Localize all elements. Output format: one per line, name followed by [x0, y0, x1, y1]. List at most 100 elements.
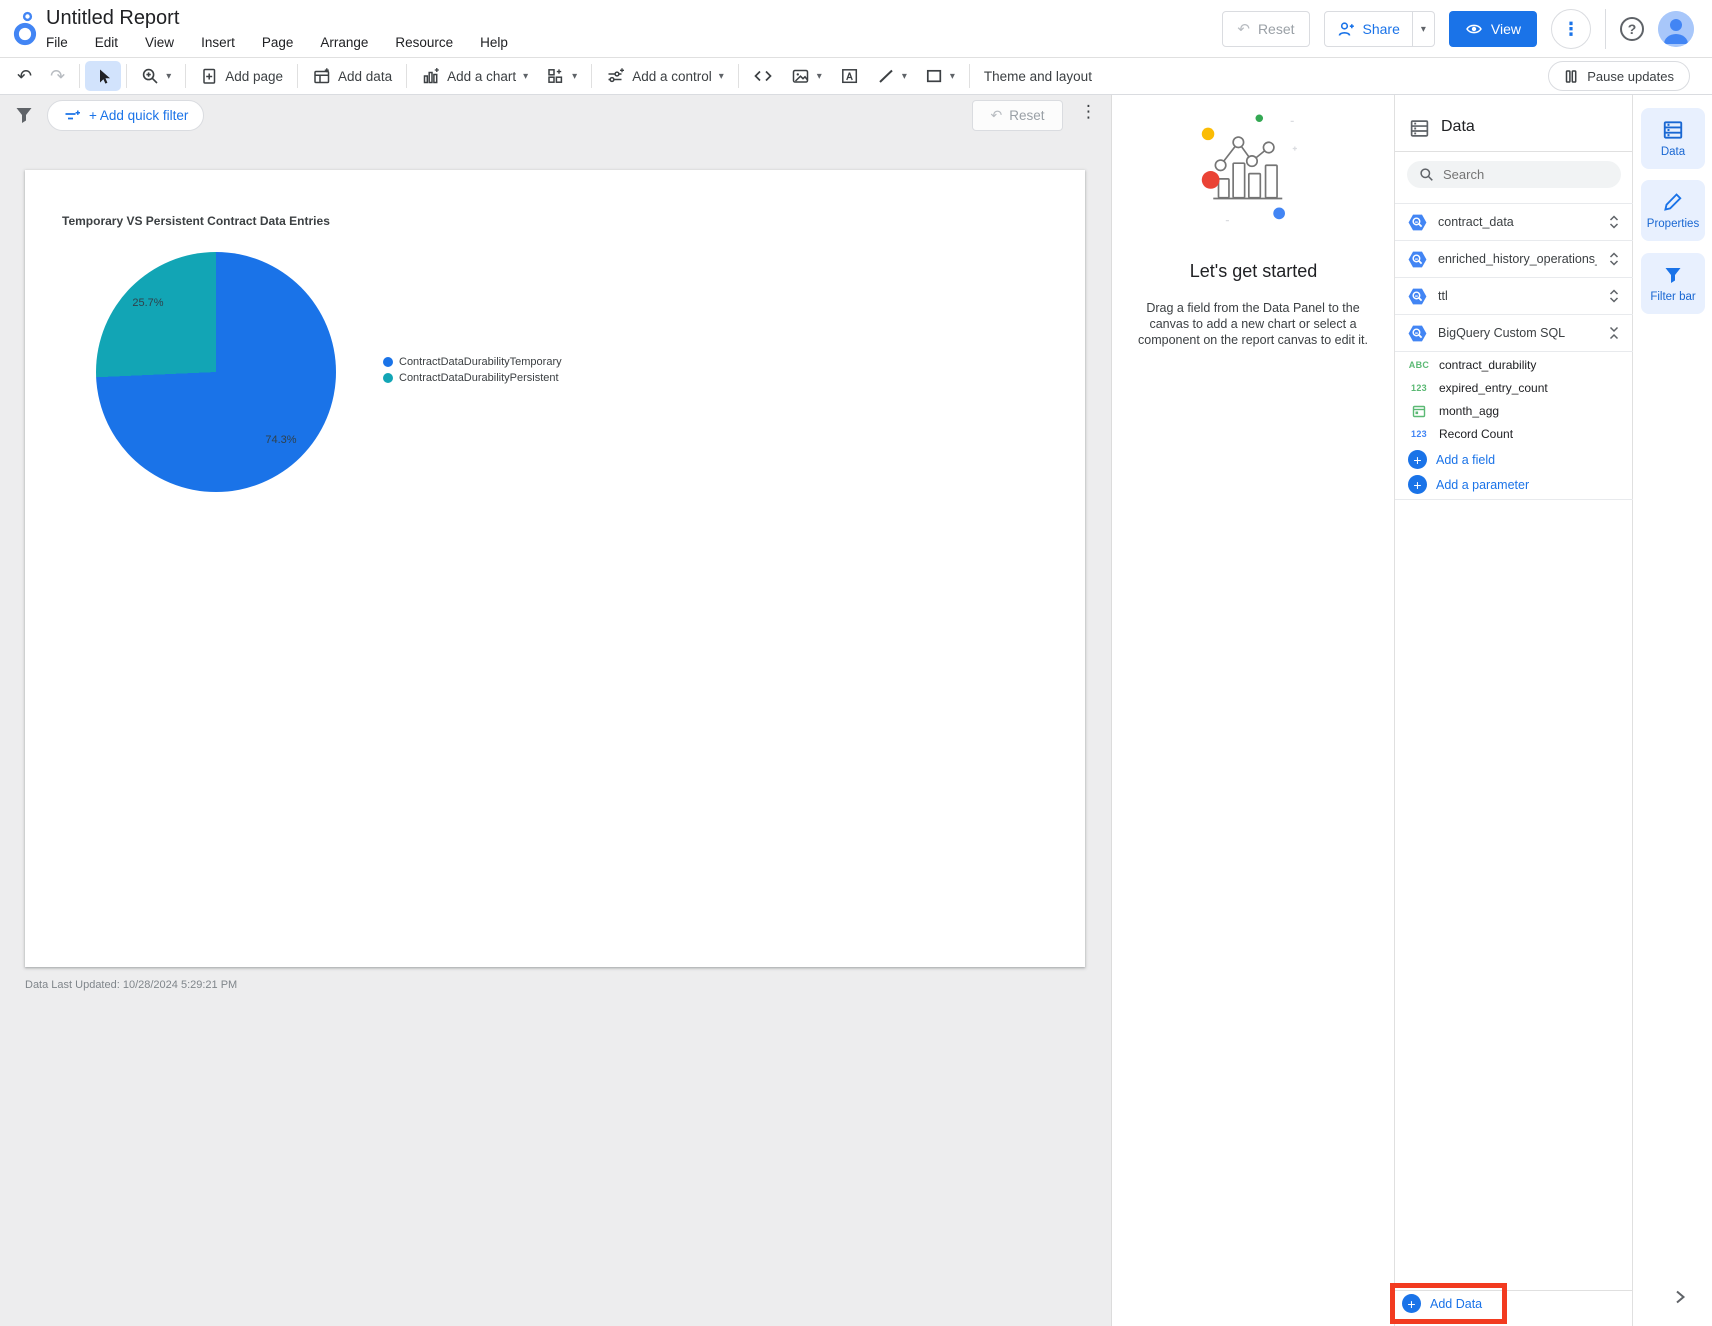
filter-reset-button[interactable]: ↶ Reset: [972, 100, 1063, 131]
field-row[interactable]: ABC contract_durability: [1395, 353, 1633, 376]
legend-swatch: [383, 373, 393, 383]
chevron-down-icon: ▾: [718, 70, 724, 82]
unfold-more-icon[interactable]: [1607, 288, 1621, 304]
data-search[interactable]: [1407, 161, 1621, 188]
field-row[interactable]: month_agg: [1395, 399, 1633, 422]
magnifier-icon: [141, 67, 159, 85]
get-started-title: Let's get started: [1189, 261, 1318, 281]
theme-and-layout-button[interactable]: Theme and layout: [975, 61, 1101, 91]
chart-title: Temporary VS Persistent Contract Data En…: [62, 214, 330, 228]
add-a-parameter-button[interactable]: + Add a parameter: [1395, 472, 1633, 497]
looker-studio-logo-icon: [13, 9, 41, 49]
unfold-more-icon[interactable]: [1607, 251, 1621, 267]
data-panel-title: Data: [1441, 118, 1475, 135]
community-visualizations-button[interactable]: ▾: [537, 61, 586, 91]
add-quick-filter-button[interactable]: + Add quick filter: [47, 100, 205, 131]
share-button[interactable]: Share: [1325, 12, 1412, 46]
tab-filter-bar[interactable]: Filter bar: [1641, 253, 1705, 314]
person-add-icon: [1337, 20, 1355, 38]
legend-label: ContractDataDurabilityPersistent: [399, 372, 559, 384]
search-icon: [1419, 167, 1434, 182]
undo-icon: ↶: [17, 65, 33, 87]
menu-help[interactable]: Help: [480, 35, 508, 50]
menu-edit[interactable]: Edit: [95, 35, 118, 50]
data-source-row[interactable]: enriched_history_operations_sorob...: [1395, 240, 1633, 277]
question-icon: ?: [1627, 21, 1637, 37]
bigquery-icon: [1407, 286, 1428, 307]
report-title[interactable]: Untitled Report: [46, 7, 179, 30]
add-chart-button[interactable]: Add a chart ▾: [412, 61, 537, 91]
pencil-icon: [1662, 191, 1684, 213]
search-input[interactable]: [1407, 161, 1621, 188]
chevron-down-icon: ▾: [523, 70, 529, 82]
data-source-row[interactable]: ttl: [1395, 277, 1633, 314]
pause-updates-button[interactable]: Pause updates: [1548, 61, 1690, 91]
chevron-down-icon: ▾: [166, 70, 172, 82]
share-dropdown-button[interactable]: ▾: [1411, 12, 1434, 46]
add-chart-icon: [421, 67, 440, 85]
funnel-icon: [1662, 264, 1684, 286]
quick-filter-icon: [63, 109, 81, 123]
header-divider: [1605, 9, 1606, 49]
chevron-down-icon: ▾: [572, 70, 578, 82]
get-started-description: Drag a field from the Data Panel to the …: [1138, 301, 1368, 347]
field-row[interactable]: 123 Record Count: [1395, 422, 1633, 445]
filter-more-options-button[interactable]: ⋮: [1080, 102, 1097, 122]
undo-button[interactable]: ↶: [8, 61, 41, 91]
line-button[interactable]: ▾: [868, 61, 916, 91]
add-data-button[interactable]: + Add Data: [1402, 1294, 1482, 1313]
url-embed-button[interactable]: [744, 61, 782, 91]
redo-button[interactable]: ↷: [41, 61, 74, 91]
field-row[interactable]: 123 expired_entry_count: [1395, 376, 1633, 399]
menu-file[interactable]: File: [46, 35, 68, 50]
number-field-type-icon: 123: [1411, 428, 1427, 439]
expand-panel-chevron[interactable]: [1671, 1288, 1689, 1306]
unfold-more-icon[interactable]: [1607, 214, 1621, 230]
line-icon: [877, 67, 895, 85]
add-control-button[interactable]: Add a control ▾: [597, 61, 733, 91]
shape-button[interactable]: ▾: [916, 61, 964, 91]
menu-page[interactable]: Page: [262, 35, 294, 50]
menubar: File Edit View Insert Page Arrange Resou…: [46, 35, 508, 50]
add-page-button[interactable]: Add page: [191, 61, 292, 91]
report-page[interactable]: Temporary VS Persistent Contract Data En…: [25, 170, 1085, 967]
data-source-row[interactable]: contract_data: [1395, 203, 1633, 240]
menu-arrange[interactable]: Arrange: [320, 35, 368, 50]
pie-slice-label-temporary: 74.3%: [265, 434, 297, 446]
text-field-type-icon: ABC: [1408, 359, 1430, 370]
add-a-field-button[interactable]: + Add a field: [1395, 447, 1633, 472]
text-box-icon: [840, 67, 859, 85]
undo-icon: ↶: [1237, 20, 1250, 38]
select-tool-button[interactable]: [85, 61, 122, 91]
help-button[interactable]: ?: [1620, 17, 1644, 41]
reset-button[interactable]: ↶ Reset: [1222, 11, 1310, 47]
menu-resource[interactable]: Resource: [395, 35, 453, 50]
workspace: + Add quick filter ↶ Reset ⋮ Temporary V…: [0, 95, 1712, 1326]
tab-data[interactable]: Data: [1641, 108, 1705, 169]
legend-label: ContractDataDurabilityTemporary: [399, 356, 562, 368]
data-last-updated: Data Last Updated: 10/28/2024 5:29:21 PM: [25, 979, 238, 991]
unfold-less-icon[interactable]: [1607, 325, 1621, 341]
add-page-icon: [200, 67, 218, 85]
data-source-row-expanded[interactable]: BigQuery Custom SQL: [1395, 314, 1633, 351]
toolbar: ↶ ↷ ▾ Add page Add data Add a chart ▾ ▾ …: [0, 57, 1712, 95]
zoom-tool-button[interactable]: ▾: [132, 61, 180, 91]
chevron-down-icon: ▾: [816, 70, 822, 82]
view-button[interactable]: View: [1448, 11, 1537, 47]
data-table-icon: [1409, 118, 1430, 139]
pie-chart[interactable]: [96, 252, 336, 492]
more-vertical-icon: ⋮: [1562, 18, 1580, 40]
side-rail: Data Properties Filter bar: [1633, 95, 1712, 1326]
filter-bar-row: + Add quick filter ↶ Reset ⋮: [0, 95, 1112, 137]
get-started-panel: Let's get started Drag a field from the …: [1112, 95, 1395, 1326]
menu-view[interactable]: View: [145, 35, 174, 50]
data-panel-header: Data: [1395, 95, 1633, 152]
add-data-icon: [312, 67, 331, 85]
menu-insert[interactable]: Insert: [201, 35, 235, 50]
image-button[interactable]: ▾: [782, 61, 831, 91]
avatar[interactable]: [1658, 11, 1694, 47]
more-options-button[interactable]: ⋮: [1551, 9, 1591, 49]
text-button[interactable]: [831, 61, 868, 91]
tab-properties[interactable]: Properties: [1641, 180, 1705, 241]
add-data-button[interactable]: Add data: [303, 61, 401, 91]
